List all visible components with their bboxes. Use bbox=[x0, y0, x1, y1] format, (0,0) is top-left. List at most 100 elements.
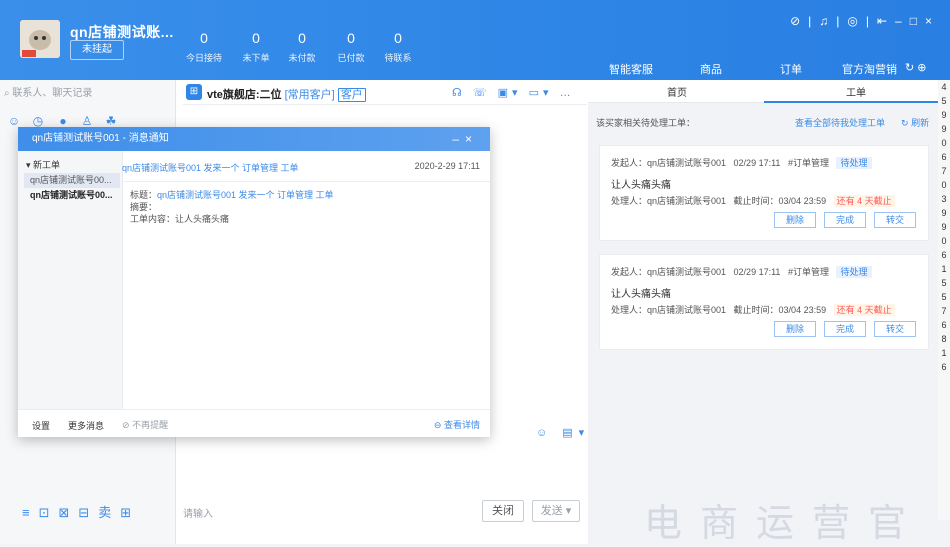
left-bottom-toolbar[interactable]: ≡⊡⊠⊟卖⊞ bbox=[22, 502, 140, 521]
input-toolbar[interactable]: ☺ ▤▾ bbox=[536, 426, 590, 439]
search-input[interactable]: ⌕ 联系人、聊天记录 bbox=[4, 84, 169, 104]
scroll-digit: 6 bbox=[941, 320, 947, 330]
refresh-label: 刷新 bbox=[911, 118, 930, 128]
close-button[interactable]: 关闭 bbox=[482, 500, 524, 522]
no-remind-label: 不再提醒 bbox=[132, 420, 169, 430]
view-detail-link[interactable]: ⊖ 查看详情 bbox=[434, 418, 480, 431]
scroll-digit: 0 bbox=[941, 138, 947, 148]
scroll-digit: 9 bbox=[941, 124, 947, 134]
scroll-digit: 0 bbox=[941, 180, 947, 190]
settings-button[interactable]: 设置 bbox=[32, 419, 50, 432]
chat-shop-name[interactable]: vte旗舰店:二位 [常用客户] 客户 bbox=[207, 86, 366, 102]
ticket-tree: ▾ 新工单 qn店铺测试账号00... qn店铺测试账号00... bbox=[18, 151, 123, 409]
ticket-handler-line: 处理人：qn店铺测试账号001 截止时间：03/04 23:59 还有 4 天截… bbox=[611, 194, 895, 207]
ticket-initiator: 发起人：qn店铺测试账号001 bbox=[611, 158, 727, 168]
deadline-warning: 还有 4 天截止 bbox=[833, 195, 895, 207]
status-badge: 待处理 bbox=[836, 157, 872, 169]
ticket-deadline: 截止时间：03/04 23:59 bbox=[733, 305, 827, 315]
delete-button[interactable]: 删除 bbox=[774, 212, 816, 228]
tab-marketing[interactable]: 官方淘营销 bbox=[842, 61, 897, 77]
scroll-digit: 4 bbox=[941, 82, 947, 92]
scroll-digit: 6 bbox=[941, 152, 947, 162]
view-all-tickets-link[interactable]: 查看全部待我处理工单 bbox=[795, 116, 885, 129]
refresh-icon: ↻ bbox=[901, 118, 909, 128]
popup-window-controls[interactable]: –× bbox=[452, 127, 478, 151]
delete-button[interactable]: 删除 bbox=[774, 321, 816, 337]
complete-button[interactable]: 完成 bbox=[824, 321, 866, 337]
stat-contact[interactable]: 0 待联系 bbox=[372, 30, 424, 64]
popup-titlebar[interactable]: qn店铺测试账号001 - 消息通知 –× bbox=[18, 127, 490, 151]
ticket-initiator: 发起人：qn店铺测试账号001 bbox=[611, 267, 727, 277]
more-messages-button[interactable]: 更多消息 bbox=[68, 419, 104, 432]
quick-words-input[interactable]: 请输入 bbox=[183, 505, 213, 520]
ticket-handler: 处理人：qn店铺测试账号001 bbox=[611, 196, 727, 206]
scroll-digit: 7 bbox=[941, 306, 947, 316]
window-controls[interactable]: ⊘|♫|◎|⇤–□× bbox=[790, 14, 940, 28]
chat-toolbar[interactable]: ☊ ☏ ▣▾ ▭▾ … bbox=[452, 86, 575, 99]
stat-label: 已付款 bbox=[337, 53, 365, 63]
status-badge: 待处理 bbox=[836, 266, 872, 278]
status-badge[interactable]: 未挂起 bbox=[70, 40, 124, 60]
tree-root-new-tickets[interactable]: ▾ 新工单 bbox=[26, 158, 60, 171]
ticket-handler: 处理人：qn店铺测试账号001 bbox=[611, 305, 727, 315]
stat-unordered[interactable]: 0 未下单 bbox=[230, 30, 282, 64]
title-label: 标题： bbox=[130, 190, 158, 200]
popup-footer: 设置 更多消息 ⊘ 不再提醒 ⊖ 查看详情 bbox=[18, 409, 490, 438]
scroll-digit: 9 bbox=[941, 222, 947, 232]
tab-active-indicator bbox=[764, 101, 938, 103]
deadline-warning: 还有 4 天截止 bbox=[833, 304, 895, 316]
popup-title: qn店铺测试账号001 - 消息通知 bbox=[32, 133, 169, 144]
scroll-digit: 5 bbox=[941, 292, 947, 302]
shop-name[interactable]: qn店铺测试账... bbox=[70, 22, 174, 42]
ticket-meta: 发起人：qn店铺测试账号001 02/29 17:11 #订单管理 待处理 bbox=[611, 156, 872, 169]
complete-button[interactable]: 完成 bbox=[824, 212, 866, 228]
shop-logo-icon: ⊞ bbox=[186, 84, 202, 100]
search-placeholder: 联系人、聊天记录 bbox=[12, 88, 93, 99]
side-tabs bbox=[588, 80, 938, 103]
bell-off-icon: ⊘ bbox=[122, 420, 130, 430]
stat-today[interactable]: 0 今日接待 bbox=[178, 30, 230, 64]
tree-item[interactable]: qn店铺测试账号00... bbox=[24, 173, 120, 188]
stat-unpaid[interactable]: 0 未付款 bbox=[276, 30, 328, 64]
tree-item[interactable]: qn店铺测试账号00... bbox=[24, 188, 120, 202]
title-value-link[interactable]: qn店铺测试账号001 发来一个 订单管理 工单 bbox=[157, 190, 334, 200]
no-remind-toggle[interactable]: ⊘ 不再提醒 bbox=[122, 418, 168, 431]
ticket-deadline: 截止时间：03/04 23:59 bbox=[733, 196, 827, 206]
avatar[interactable] bbox=[20, 20, 60, 58]
tab-products[interactable]: 商品 bbox=[700, 61, 722, 77]
scroll-digit: 5 bbox=[941, 278, 947, 288]
scroll-digit: 9 bbox=[941, 110, 947, 120]
refresh-add-icons[interactable]: ↻⊕ bbox=[905, 61, 929, 74]
tab-smart-service[interactable]: 智能客服 bbox=[609, 61, 653, 77]
message-time: 2020-2-29 17:11 bbox=[414, 161, 480, 171]
tab-tickets[interactable]: 工单 bbox=[846, 84, 866, 99]
stat-value: 0 bbox=[200, 30, 208, 46]
ticket-meta: 发起人：qn店铺测试账号001 02/29 17:11 #订单管理 待处理 bbox=[611, 265, 872, 278]
scroll-digit: 1 bbox=[941, 348, 947, 358]
ticket-card: 发起人：qn店铺测试账号001 02/29 17:11 #订单管理 待处理 让人… bbox=[599, 254, 929, 350]
stat-value: 0 bbox=[347, 30, 355, 46]
message-title-line: 标题：qn店铺测试账号001 发来一个 订单管理 工单 bbox=[130, 189, 334, 201]
shop-label: vte旗舰店:二位 bbox=[207, 89, 282, 101]
send-button[interactable]: 发送 ▾ bbox=[532, 500, 580, 522]
stat-value: 0 bbox=[252, 30, 260, 46]
scroll-digit: 0 bbox=[941, 236, 947, 246]
transfer-button[interactable]: 转交 bbox=[874, 212, 916, 228]
view-detail-label: 查看详情 bbox=[443, 420, 480, 430]
customer-tag: 客户 bbox=[337, 88, 366, 102]
stat-paid[interactable]: 0 已付款 bbox=[325, 30, 377, 64]
summary-label: 摘要： bbox=[130, 202, 158, 212]
refresh-button[interactable]: ↻ 刷新 bbox=[901, 116, 929, 129]
ticket-content: 工单内容：让人头痛头痛 bbox=[130, 214, 230, 224]
tab-orders[interactable]: 订单 bbox=[780, 61, 802, 77]
transfer-button[interactable]: 转交 bbox=[874, 321, 916, 337]
ticket-datetime: 02/29 17:11 bbox=[733, 158, 781, 168]
message-header: qn店铺测试账号001 发来一个 订单管理 工单 2020-2-29 17:11 bbox=[122, 151, 490, 182]
ticket-section-title: 该买家相关待处理工单： bbox=[596, 118, 696, 128]
message-from[interactable]: qn店铺测试账号001 发来一个 订单管理 工单 bbox=[122, 161, 299, 174]
scroll-digit: 3 bbox=[941, 194, 947, 204]
stat-value: 0 bbox=[298, 30, 306, 46]
tab-home[interactable]: 首页 bbox=[667, 84, 687, 99]
notification-popup: qn店铺测试账号001 - 消息通知 –× ▾ 新工单 qn店铺测试账号00..… bbox=[18, 127, 490, 437]
scroll-digit: 9 bbox=[941, 208, 947, 218]
